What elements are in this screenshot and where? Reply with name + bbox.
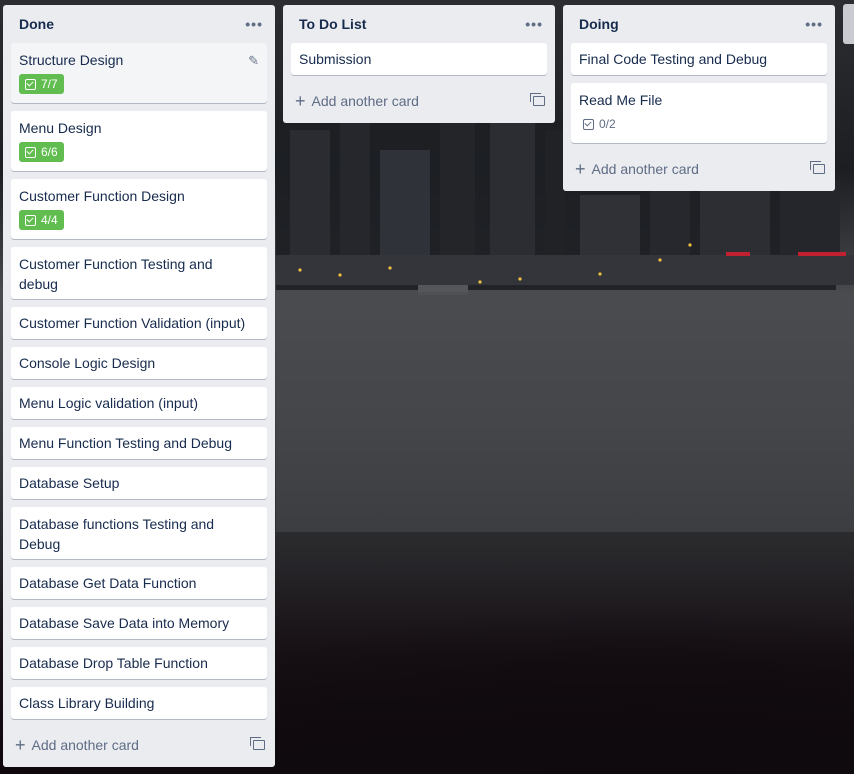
list-menu-icon[interactable]: •••: [525, 16, 543, 32]
card-class-library-building[interactable]: Class Library Building: [11, 687, 267, 719]
card-title: Menu Logic validation (input): [19, 395, 198, 411]
list-menu-icon[interactable]: •••: [805, 16, 823, 32]
list-done: Done ••• Structure Design ✎ 7/7 Menu Des…: [3, 5, 275, 767]
add-card-row: + Add another card: [11, 727, 267, 763]
plus-icon: +: [575, 159, 586, 179]
pencil-icon[interactable]: ✎: [248, 51, 259, 71]
card-title: Customer Function Validation (input): [19, 315, 246, 331]
card-database-setup[interactable]: Database Setup: [11, 467, 267, 499]
add-card-label: Add another card: [591, 161, 699, 177]
card-title: Final Code Testing and Debug: [579, 51, 768, 67]
card-title: Menu Function Testing and Debug: [19, 435, 232, 451]
card-title: Customer Function Testing and debug: [19, 256, 213, 292]
card-template-icon[interactable]: [810, 161, 825, 174]
card-title: Customer Function Design: [19, 188, 185, 204]
card-menu-function-testing[interactable]: Menu Function Testing and Debug: [11, 427, 267, 459]
card-final-code-testing[interactable]: Final Code Testing and Debug: [571, 43, 827, 75]
add-card-button[interactable]: + Add another card: [291, 92, 419, 110]
card-title: Database Get Data Function: [19, 575, 197, 591]
card-database-drop-table[interactable]: Database Drop Table Function: [11, 647, 267, 679]
checklist-badge: 6/6: [19, 142, 64, 162]
card-template-icon[interactable]: [530, 93, 545, 106]
checklist-badge: 7/7: [19, 74, 64, 94]
card-title: Class Library Building: [19, 695, 155, 711]
card-title: Structure Design: [19, 52, 124, 68]
card-customer-function-validation[interactable]: Customer Function Validation (input): [11, 307, 267, 339]
card-title: Read Me File: [579, 92, 663, 108]
card-submission[interactable]: Submission: [291, 43, 547, 75]
list-to-do: To Do List ••• Submission + Add another …: [283, 5, 555, 123]
list-title[interactable]: Done: [19, 16, 54, 32]
add-card-label: Add another card: [31, 737, 139, 753]
add-card-label: Add another card: [311, 93, 419, 109]
list-title[interactable]: Doing: [579, 16, 619, 32]
card-database-functions-testing[interactable]: Database functions Testing and Debug: [11, 507, 267, 559]
checklist-badge: 4/4: [19, 210, 64, 230]
add-card-row: + Add another card: [291, 83, 547, 119]
checkbox-icon: [25, 78, 36, 90]
add-card-button[interactable]: + Add another card: [571, 160, 699, 178]
board: Done ••• Structure Design ✎ 7/7 Menu Des…: [0, 0, 854, 774]
list-doing: Doing ••• Final Code Testing and Debug R…: [563, 5, 835, 191]
card-title: Submission: [299, 51, 372, 67]
card-customer-function-design[interactable]: Customer Function Design 4/4: [11, 179, 267, 239]
card-customer-function-testing[interactable]: Customer Function Testing and debug: [11, 247, 267, 299]
card-console-logic-design[interactable]: Console Logic Design: [11, 347, 267, 379]
add-card-row: + Add another card: [571, 151, 827, 187]
card-title: Database Setup: [19, 475, 120, 491]
list-header: Done •••: [11, 5, 267, 43]
card-menu-logic-validation[interactable]: Menu Logic validation (input): [11, 387, 267, 419]
plus-icon: +: [295, 91, 306, 111]
checklist-badge: 0/2: [579, 114, 620, 134]
plus-icon: +: [15, 735, 26, 755]
list-menu-icon[interactable]: •••: [245, 16, 263, 32]
list-title[interactable]: To Do List: [299, 16, 366, 32]
card-title: Database Drop Table Function: [19, 655, 208, 671]
list-header: To Do List •••: [291, 5, 547, 43]
add-card-button[interactable]: + Add another card: [11, 736, 139, 754]
card-read-me-file[interactable]: Read Me File 0/2: [571, 83, 827, 143]
checkbox-icon: [25, 146, 36, 158]
card-title: Console Logic Design: [19, 355, 156, 371]
list-header: Doing •••: [571, 5, 827, 43]
card-database-save-data[interactable]: Database Save Data into Memory: [11, 607, 267, 639]
card-template-icon[interactable]: [250, 737, 265, 750]
card-menu-design[interactable]: Menu Design 6/6: [11, 111, 267, 171]
checkbox-icon: [583, 118, 594, 130]
card-title: Database Save Data into Memory: [19, 615, 230, 631]
card-structure-design[interactable]: Structure Design ✎ 7/7: [11, 43, 267, 103]
card-title: Database functions Testing and Debug: [19, 516, 215, 552]
card-title: Menu Design: [19, 120, 102, 136]
card-database-get-data[interactable]: Database Get Data Function: [11, 567, 267, 599]
checkbox-icon: [25, 214, 36, 226]
